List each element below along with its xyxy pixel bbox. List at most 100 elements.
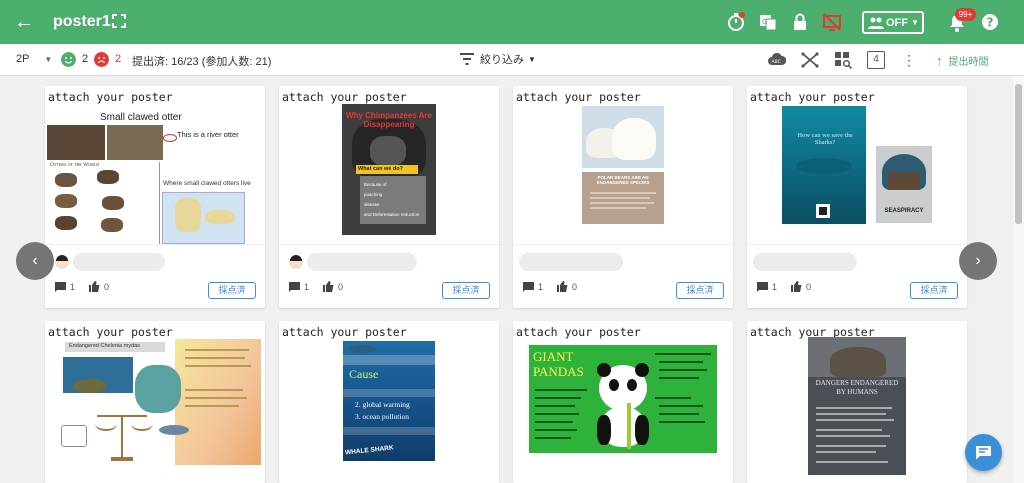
submission-status: 提出済: 16/23 (参加人数: 21) <box>132 56 272 68</box>
poster-lines: Because of poaching disease and Deforest… <box>364 182 420 217</box>
poster-image: GIANT PANDAS <box>529 345 717 453</box>
card-reactions: 1 0 <box>55 281 123 292</box>
chevron-right-icon: › <box>975 252 981 269</box>
caret-down-icon: ▼ <box>528 54 536 64</box>
comment-icon[interactable] <box>757 281 768 292</box>
page-selector[interactable]: 2P ▼ <box>16 53 52 65</box>
scrollbar-thumb[interactable] <box>1015 84 1022 224</box>
graded-button[interactable]: 採点済 <box>676 282 724 299</box>
filter-label: 絞り込み <box>480 54 524 66</box>
blurred-author-name <box>307 253 417 271</box>
graded-button[interactable]: 採点済 <box>208 282 256 299</box>
poster-band: What can we do? <box>358 166 403 172</box>
card-caption: attach your poster <box>48 325 173 339</box>
card-caption: attach your poster <box>516 90 641 104</box>
card-meta <box>45 244 265 278</box>
thumbs-up-icon[interactable] <box>791 281 802 292</box>
filter-icon <box>460 53 474 65</box>
grid-search-icon[interactable] <box>834 51 852 69</box>
poster-image: Small clawed otter This is a river otter… <box>47 108 261 244</box>
help-icon[interactable]: ? <box>980 12 1000 32</box>
poster-image: DANGERS ENDANGERED BY HUMANS <box>808 337 906 475</box>
comment-count: 1 <box>304 281 310 292</box>
graded-button[interactable]: 採点済 <box>910 282 958 299</box>
poster-items: 2. global warming 3. ocean pollution <box>355 400 410 421</box>
notification-badge: 99+ <box>955 8 976 21</box>
card-meta <box>513 244 733 278</box>
poster-footer: WHALE SHARK <box>344 444 394 457</box>
fullscreen-icon[interactable] <box>112 14 126 28</box>
poster-title: DANGERS ENDANGERED BY HUMANS <box>815 379 899 396</box>
poster-note: Where small clawed otters live <box>163 180 251 187</box>
svg-text:G: G <box>762 18 767 26</box>
svg-text:ABC: ABC <box>772 59 781 65</box>
no-screen-icon[interactable] <box>822 12 842 32</box>
sad-face-icon[interactable] <box>94 52 109 67</box>
happy-face-icon[interactable] <box>61 52 76 67</box>
card-caption: attach your poster <box>282 325 407 339</box>
graded-button[interactable]: 採点済 <box>442 282 490 299</box>
poster-note: This is a river otter <box>177 130 239 139</box>
poster-card[interactable]: attach your poster Endangered Chelonia m… <box>45 321 265 483</box>
lock-icon[interactable] <box>790 12 810 32</box>
svg-text:?: ? <box>987 16 994 30</box>
poster-title: GIANT PANDAS <box>533 349 584 379</box>
thumbs-up-icon[interactable] <box>89 281 100 292</box>
more-vert-icon[interactable]: ⋮ <box>900 51 918 69</box>
poster-card[interactable]: attach your poster POLAR BEARS ARE AN EN… <box>513 86 733 308</box>
arrow-up-icon: ↑ <box>936 53 943 68</box>
shuffle-icon[interactable] <box>801 51 819 69</box>
like-count: 0 <box>806 281 812 292</box>
filter-button[interactable]: 絞り込み ▼ <box>460 51 536 67</box>
next-page-button[interactable]: › <box>959 242 997 280</box>
app-bar: ← poster1 G OFF ▼ 99+ ? <box>0 0 1024 44</box>
timer-icon[interactable] <box>726 12 746 32</box>
like-count: 0 <box>572 281 578 292</box>
back-arrow-icon[interactable]: ← <box>14 12 34 32</box>
poster-image: POLAR BEARS ARE AN ENDANGERED SPECIES <box>582 106 664 224</box>
thumbs-up-icon[interactable] <box>323 281 334 292</box>
group-icon <box>868 17 884 29</box>
comment-count: 1 <box>70 281 76 292</box>
sort-submit-time-button[interactable]: ↑ 提出時間 <box>936 53 989 68</box>
cloud-abc-icon[interactable]: ABC <box>768 51 786 69</box>
like-count: 0 <box>104 281 110 292</box>
card-meta <box>747 244 967 278</box>
happy-count: 2 <box>82 53 89 65</box>
submit-time-label: 提出時間 <box>948 57 989 68</box>
comment-icon[interactable] <box>523 281 534 292</box>
card-meta <box>279 244 499 278</box>
poster-title: Endangered Chelonia mydas <box>69 343 140 349</box>
blurred-author-name <box>519 253 623 271</box>
translate-icon[interactable]: G <box>758 12 778 32</box>
card-caption: attach your poster <box>282 90 407 104</box>
poster-title: Cause <box>349 367 379 381</box>
toggle-label: OFF <box>886 16 908 29</box>
comment-count: 1 <box>538 281 544 292</box>
card-reactions: 1 0 <box>523 281 591 292</box>
poster-title: POLAR BEARS ARE AN ENDANGERED SPECIES <box>596 175 650 185</box>
card-reactions: 1 0 <box>289 281 357 292</box>
caret-down-icon: ▼ <box>911 18 919 27</box>
poster-card[interactable]: attach your poster Why Chimpanzees Are D… <box>279 86 499 308</box>
poster-card[interactable]: attach your poster GIANT PANDAS <box>513 321 733 483</box>
card-caption: attach your poster <box>516 325 641 339</box>
poster-card[interactable]: attach your poster Small clawed otter Th… <box>45 86 265 308</box>
caret-down-icon: ▼ <box>44 55 53 64</box>
comment-icon[interactable] <box>55 281 66 292</box>
previous-page-button[interactable]: ‹ <box>16 242 54 280</box>
comment-icon[interactable] <box>289 281 300 292</box>
thumbs-up-icon[interactable] <box>557 281 568 292</box>
chevron-left-icon: ‹ <box>32 252 38 269</box>
poster-card[interactable]: attach your poster Cause 2. global warmi… <box>279 321 499 483</box>
poster-card[interactable]: attach your poster DANGERS ENDANGERED BY… <box>747 321 967 483</box>
chat-button[interactable] <box>965 434 1002 471</box>
page-title: poster1 <box>53 13 111 30</box>
poster-title: Small clawed otter <box>100 112 182 123</box>
like-count: 0 <box>338 281 344 292</box>
chat-icon <box>976 446 991 460</box>
poster-card[interactable]: attach your poster How can we save the S… <box>747 86 967 308</box>
poster-subtitle: Otters of the World <box>50 162 100 168</box>
column-count-box[interactable]: 4 <box>867 51 885 69</box>
share-toggle[interactable]: OFF ▼ <box>862 11 924 34</box>
